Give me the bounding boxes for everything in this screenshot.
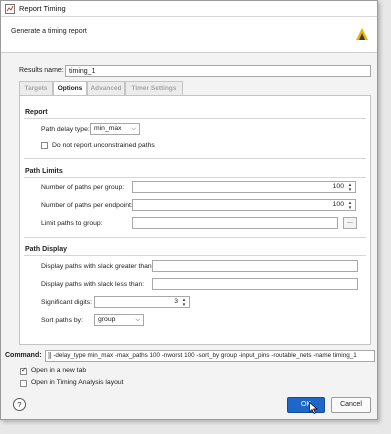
command-field[interactable]: ]] -delay_type min_max -max_paths 100 -n… xyxy=(45,350,375,362)
path-delay-type-select[interactable]: min_max ⌵ xyxy=(90,123,140,135)
results-name-label: Results name: xyxy=(19,67,64,74)
dialog-header: Generate a timing report xyxy=(1,17,377,53)
sort-paths-by-label: Sort paths by: xyxy=(41,317,83,324)
paths-per-group-value: 100 xyxy=(332,183,344,190)
spinner-arrows-icon[interactable]: ▲ ▼ xyxy=(346,200,354,210)
paths-per-endpoint-spinner[interactable]: 100 ▲ ▼ xyxy=(132,199,356,211)
path-delay-type-label: Path delay type: xyxy=(41,126,90,133)
report-divider xyxy=(24,118,366,119)
slack-greater-input[interactable] xyxy=(152,260,358,272)
ok-button[interactable]: OK xyxy=(287,397,325,413)
tab-targets[interactable]: Targets xyxy=(19,81,53,95)
command-label: Command: xyxy=(5,352,42,359)
significant-digits-label: Significant digits: xyxy=(41,299,93,306)
spinner-arrows-icon[interactable]: ▲ ▼ xyxy=(346,182,354,192)
dialog-description: Generate a timing report xyxy=(11,28,87,35)
report-timing-dialog: Report Timing Generate a timing report R… xyxy=(0,0,378,420)
unconstrained-paths-checkbox[interactable] xyxy=(41,142,48,149)
browse-group-button[interactable]: ... xyxy=(343,217,357,229)
open-timing-layout-checkbox[interactable] xyxy=(20,380,27,387)
window-title: Report Timing xyxy=(19,4,66,13)
paths-per-endpoint-label: Number of paths per endpoint: xyxy=(41,202,133,209)
slack-less-label: Display paths with slack less than: xyxy=(41,281,145,288)
path-delay-type-value: min_max xyxy=(94,125,122,132)
spinner-arrows-icon[interactable]: ▲ ▼ xyxy=(180,297,188,307)
path-limits-divider xyxy=(24,177,366,178)
tab-bar: Targets Options Advanced Timer Settings xyxy=(19,81,371,96)
significant-digits-spinner[interactable]: 3 ▲ ▼ xyxy=(94,296,190,308)
paths-per-group-label: Number of paths per group: xyxy=(41,184,125,191)
results-name-input[interactable]: timing_1 xyxy=(65,65,371,77)
chevron-down-icon: ⌵ xyxy=(135,317,140,323)
path-display-section-title: Path Display xyxy=(25,246,68,253)
title-bar: Report Timing xyxy=(1,1,377,17)
tab-timer-settings[interactable]: Timer Settings xyxy=(125,81,183,95)
open-new-tab-checkbox[interactable] xyxy=(20,366,27,375)
sort-paths-by-value: group xyxy=(98,316,116,323)
paths-per-group-spinner[interactable]: 100 ▲ ▼ xyxy=(132,181,356,193)
unconstrained-paths-label: Do not report unconstrained paths xyxy=(52,142,155,149)
options-panel: Report Path delay type: min_max ⌵ Do not… xyxy=(19,95,371,345)
mouse-cursor-icon xyxy=(309,402,318,414)
chevron-down-icon: ⌵ xyxy=(131,126,136,132)
slack-greater-label: Display paths with slack greater than: xyxy=(41,263,154,270)
open-timing-layout-label: Open in Timing Analysis layout xyxy=(31,379,124,386)
sort-paths-by-select[interactable]: group ⌵ xyxy=(94,314,144,326)
vivado-logo-icon xyxy=(356,28,368,40)
report-timing-icon xyxy=(5,4,15,14)
tab-advanced[interactable]: Advanced xyxy=(87,81,125,95)
report-section-title: Report xyxy=(25,109,48,116)
path-display-divider xyxy=(24,255,366,256)
report-bottom-divider xyxy=(24,158,366,159)
tab-options[interactable]: Options xyxy=(53,81,87,96)
significant-digits-value: 3 xyxy=(174,298,178,305)
paths-per-endpoint-value: 100 xyxy=(332,201,344,208)
slack-less-input[interactable] xyxy=(152,278,358,290)
path-limits-section-title: Path Limits xyxy=(25,168,63,175)
open-new-tab-label: Open in a new tab xyxy=(31,367,87,374)
limit-paths-group-input[interactable] xyxy=(132,217,338,229)
path-limits-bottom-divider xyxy=(24,237,366,238)
help-icon[interactable]: ? xyxy=(13,398,26,411)
cancel-button[interactable]: Cancel xyxy=(331,397,371,413)
limit-paths-group-label: Limit paths to group: xyxy=(41,220,103,227)
